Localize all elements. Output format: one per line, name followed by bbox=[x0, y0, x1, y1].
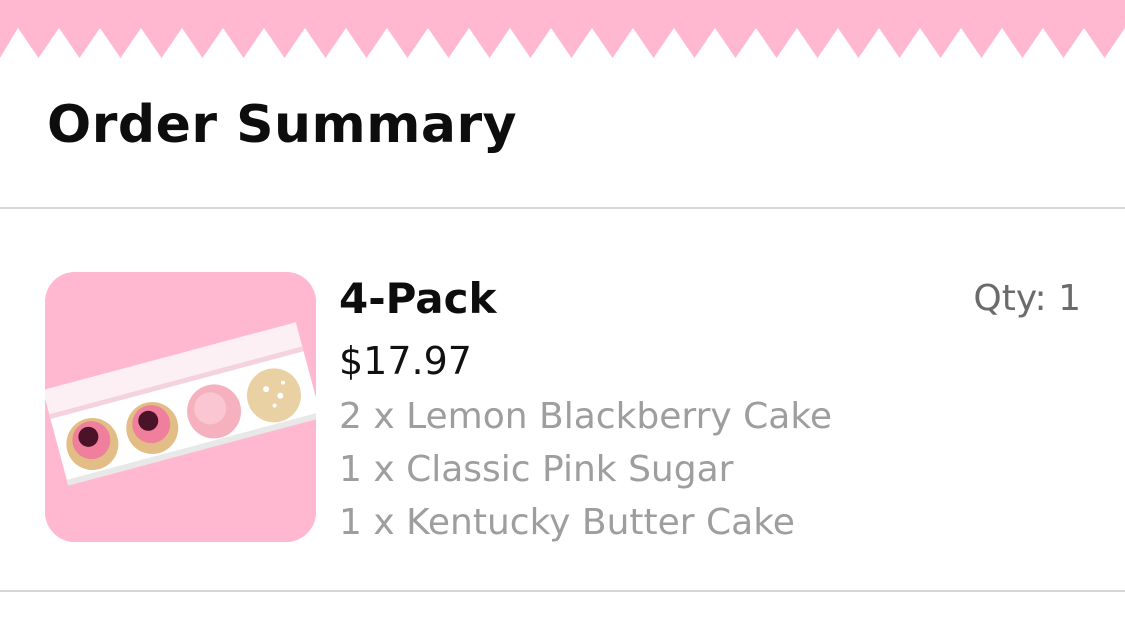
bottom-divider bbox=[0, 590, 1125, 592]
item-quantity: Qty: 1 bbox=[973, 278, 1081, 319]
item-content-line: 2 x Lemon Blackberry Cake bbox=[339, 396, 833, 437]
item-name: 4-Pack bbox=[339, 274, 497, 323]
item-price: $17.97 bbox=[339, 339, 472, 383]
pink-zigzag-border bbox=[0, 0, 1125, 58]
item-contents-list: 2 x Lemon Blackberry Cake 1 x Classic Pi… bbox=[339, 390, 832, 549]
product-image bbox=[45, 272, 316, 542]
page-title: Order Summary bbox=[47, 95, 518, 155]
top-divider bbox=[0, 207, 1125, 209]
item-content-line: 1 x Classic Pink Sugar bbox=[339, 449, 734, 490]
order-summary-page: Order Summary 4-Pack Qty: 1 $17.97 2 x L… bbox=[0, 0, 1125, 642]
item-content-line: 1 x Kentucky Butter Cake bbox=[339, 502, 795, 543]
